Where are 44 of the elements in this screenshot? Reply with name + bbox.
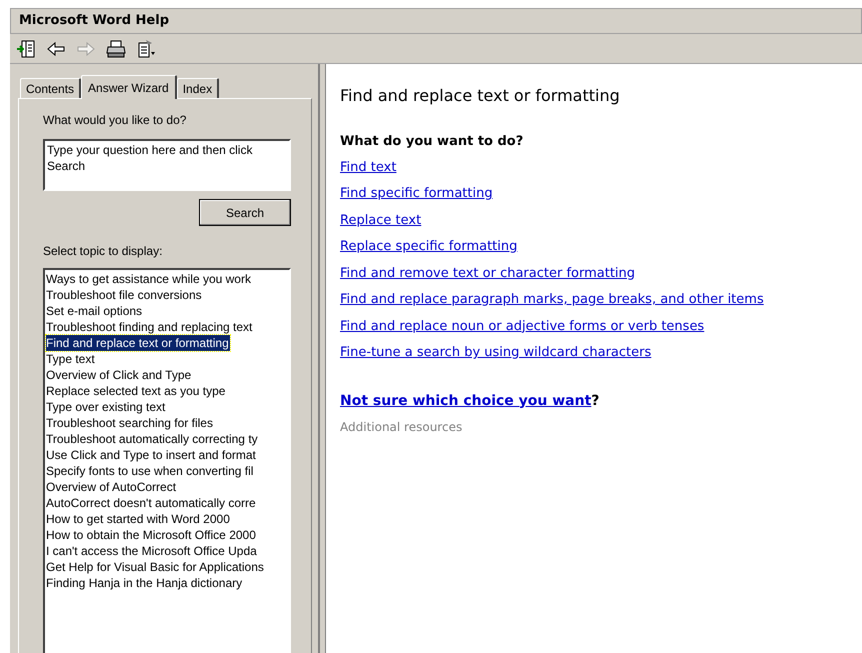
topic-item[interactable]: Replace selected text as you type: [46, 383, 226, 399]
topic-item[interactable]: Ways to get assistance while you work: [46, 271, 251, 287]
search-button[interactable]: Search: [199, 199, 291, 226]
additional-resources-label: Additional resources: [340, 418, 462, 436]
topic-item[interactable]: Troubleshoot finding and replacing text: [46, 319, 252, 335]
printer-icon[interactable]: [106, 38, 126, 58]
article-title: Find and replace text or formatting: [340, 85, 620, 107]
topic-link[interactable]: Find and remove text or character formatting: [340, 264, 636, 283]
tab[interactable]: Contents: [20, 78, 82, 98]
tab[interactable]: Answer Wizard: [81, 75, 177, 99]
topic-link[interactable]: Find text: [340, 158, 396, 177]
topic-item[interactable]: Type text: [46, 351, 95, 367]
show-pane-icon[interactable]: [16, 38, 36, 58]
topic-item[interactable]: Troubleshoot automatically correcting ty: [46, 431, 258, 447]
topic-item[interactable]: Troubleshoot searching for files: [46, 415, 213, 431]
topic-item[interactable]: Use Click and Type to insert and format: [46, 447, 256, 463]
topic-item[interactable]: Find and replace text or formatting: [46, 335, 230, 351]
topic-item[interactable]: AutoCorrect doesn't automatically corre: [46, 495, 256, 511]
question-field[interactable]: Type your question here and then click Search: [43, 139, 291, 191]
topic-list-label: Select topic to display:: [43, 243, 164, 260]
window-title: Microsoft Word Help: [19, 12, 170, 30]
topic-item[interactable]: Overview of AutoCorrect: [46, 479, 176, 495]
topic-item[interactable]: Type over existing text: [46, 399, 166, 415]
topic-link[interactable]: Fine-tune a search by using wildcard characters: [340, 343, 652, 362]
help-link[interactable]: Not sure which choice you want: [340, 390, 592, 412]
topic-item[interactable]: Finding Hanja in the Hanja dictionary: [46, 575, 242, 591]
topic-item[interactable]: Specify fonts to use when converting fil: [46, 463, 254, 479]
topic-link[interactable]: Replace text: [340, 210, 422, 230]
question-mark: ?: [591, 392, 600, 410]
topic-item[interactable]: How to obtain the Microsoft Office 2000: [46, 527, 256, 543]
topic-item[interactable]: Troubleshoot file conversions: [46, 287, 202, 303]
topic-link[interactable]: Replace specific formatting: [340, 237, 518, 256]
topic-item[interactable]: Get Help for Visual Basic for Applications: [46, 559, 264, 575]
options-icon[interactable]: [136, 38, 156, 58]
topic-item[interactable]: I can't access the Microsoft Office Upda: [46, 543, 257, 559]
topic-item[interactable]: Overview of Click and Type: [46, 367, 192, 383]
topic-link[interactable]: Find specific formatting: [340, 184, 493, 204]
article-subheading: What do you want to do?: [340, 133, 524, 151]
topic-link[interactable]: Find and replace noun or adjective forms or verb tenses: [340, 316, 704, 336]
tab[interactable]: Index: [176, 78, 220, 98]
question-label: What would you like to do?: [43, 112, 188, 129]
topic-item[interactable]: Set e-mail options: [46, 303, 142, 319]
topic-item[interactable]: How to get started with Word 2000: [46, 511, 230, 527]
topic-link[interactable]: Find and replace paragraph marks, page breaks, and other items: [340, 290, 764, 310]
